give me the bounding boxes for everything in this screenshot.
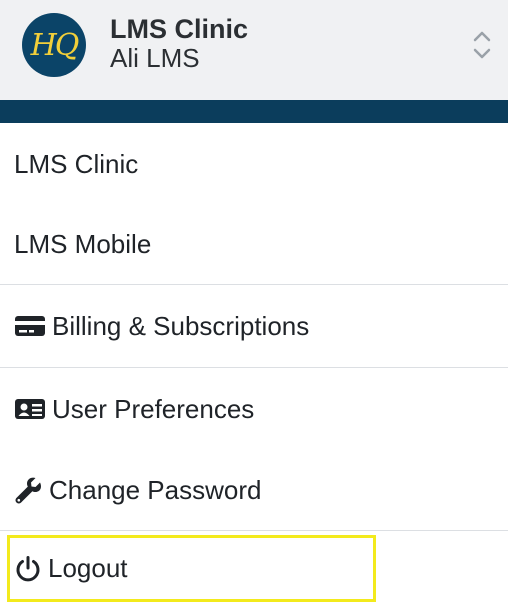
menu-item-label: User Preferences: [52, 393, 255, 424]
account-header[interactable]: HQ LMS Clinic Ali LMS: [0, 0, 508, 100]
org-logo: HQ: [22, 13, 86, 77]
header-band: [0, 100, 508, 123]
menu-item-billing[interactable]: Billing & Subscriptions: [0, 285, 508, 367]
wrench-icon: [13, 475, 43, 505]
menu-item-change-password[interactable]: Change Password: [0, 450, 508, 530]
menu-item-lms-mobile[interactable]: LMS Mobile: [0, 204, 508, 284]
menu-divider: [0, 530, 508, 531]
logout-highlight-box: [7, 535, 376, 602]
menu-item-user-preferences[interactable]: User Preferences: [0, 368, 508, 450]
menu-item-label: LMS Mobile: [14, 228, 152, 259]
id-card-icon: [14, 397, 46, 421]
menu-item-label: Change Password: [49, 474, 262, 505]
menu-item-label: LMS Clinic: [14, 148, 139, 179]
chevron-up-down-icon[interactable]: [470, 28, 494, 62]
org-name: LMS Clinic: [110, 14, 249, 44]
menu-item-lms-clinic[interactable]: LMS Clinic: [0, 124, 508, 204]
menu-item-label: Billing & Subscriptions: [52, 310, 310, 341]
user-name: Ali LMS: [110, 43, 200, 73]
logo-text: HQ: [30, 27, 80, 63]
credit-card-icon: [14, 314, 46, 338]
